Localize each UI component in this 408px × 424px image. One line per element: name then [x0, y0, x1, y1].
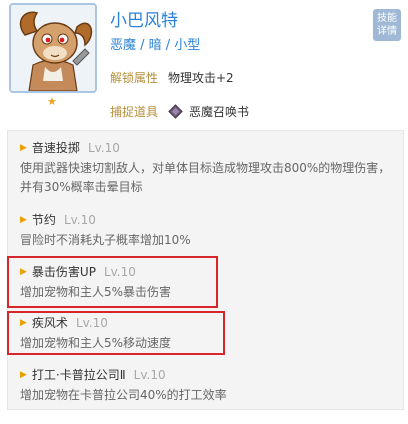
- skill-description: 冒险时不消耗丸子概率增加10%: [20, 233, 191, 247]
- triangle-icon: ▶: [20, 214, 27, 225]
- capture-item-label: 捕捉道具: [110, 105, 159, 119]
- pet-image: [11, 5, 95, 91]
- skill-item: ▶ 音速投掷 Lv.10 使用武器快速切割敌人，对单体目标造成物理攻击800%的…: [20, 139, 390, 197]
- unlock-attribute-row: 解锁属性 物理攻击+2: [110, 69, 234, 86]
- pet-portrait: [9, 3, 97, 93]
- skill-detail-label: 技能 详情: [377, 13, 397, 37]
- star-rating-icon: ★: [47, 95, 57, 108]
- skill-description-cont: 并有30%概率击晕目标: [20, 180, 143, 194]
- skill-item: ▶ 节约 Lv.10 冒险时不消耗丸子概率增加10%: [20, 211, 191, 250]
- unlock-attribute-label: 解锁属性: [110, 71, 159, 85]
- skill-level: Lv.10: [63, 212, 96, 227]
- skill-level: Lv.10: [87, 140, 120, 155]
- triangle-icon: ▶: [20, 369, 27, 380]
- highlight-box-haste: [7, 311, 225, 355]
- highlight-box-crit: [7, 256, 218, 308]
- skill-name: 打工·卡普拉公司Ⅱ: [31, 368, 126, 382]
- book-icon: [168, 104, 183, 119]
- unlock-attribute-value: 物理攻击+2: [168, 71, 234, 85]
- skill-detail-button[interactable]: 技能 详情: [373, 9, 401, 41]
- capture-item-value[interactable]: 恶魔召唤书: [189, 103, 249, 120]
- pet-tags: 恶魔 / 暗 / 小型: [110, 38, 201, 53]
- triangle-icon: ▶: [20, 142, 27, 153]
- skill-name: 节约: [31, 213, 56, 227]
- pet-name: 小巴风特: [110, 11, 178, 31]
- skill-item: ▶ 打工·卡普拉公司Ⅱ Lv.10 增加宠物在卡普拉公司40%的打工效率: [20, 366, 227, 405]
- skill-name: 音速投掷: [31, 141, 80, 155]
- skill-description: 增加宠物在卡普拉公司40%的打工效率: [20, 388, 227, 402]
- skill-level: Lv.10: [133, 367, 166, 382]
- capture-item-row: 捕捉道具 恶魔召唤书: [110, 103, 249, 120]
- skill-description: 使用武器快速切割敌人，对单体目标造成物理攻击800%的物理伤害，: [20, 161, 391, 175]
